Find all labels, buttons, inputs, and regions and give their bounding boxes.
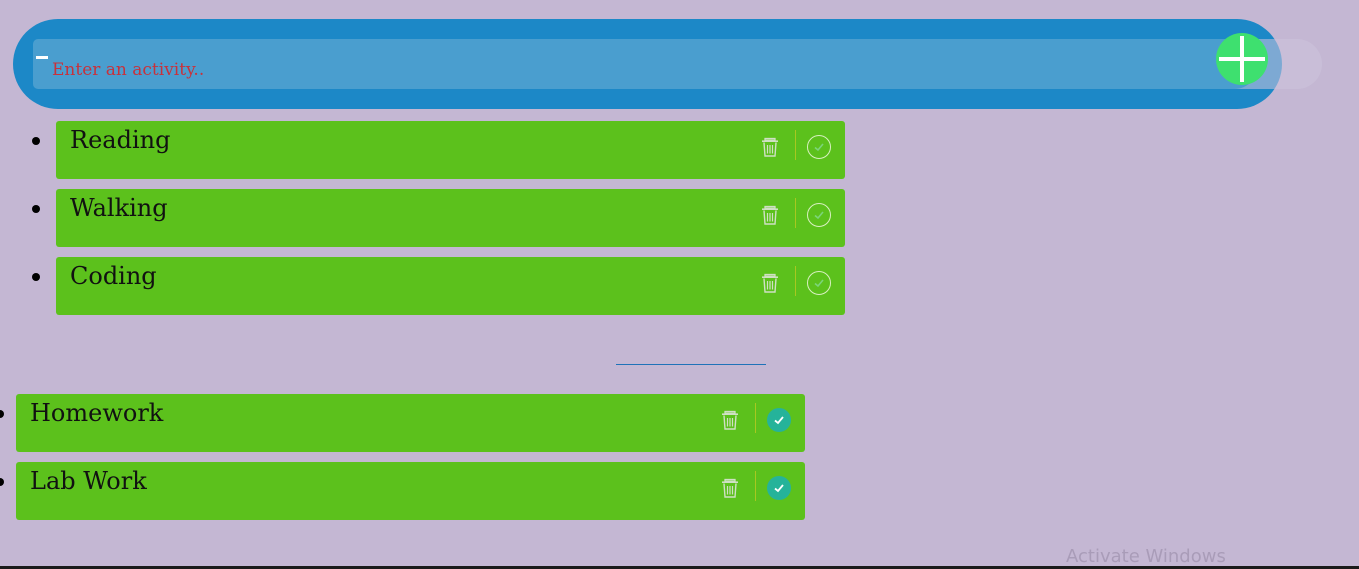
completed-item: Lab Work [0, 462, 805, 520]
complete-button[interactable] [807, 271, 831, 295]
todo-item: Reading [32, 121, 845, 179]
plus-icon [1219, 36, 1265, 82]
checkmark-icon [814, 279, 824, 288]
delete-button[interactable] [759, 136, 781, 158]
action-divider [795, 198, 796, 228]
trash-icon [762, 205, 778, 225]
trash-icon [722, 410, 738, 430]
checkmark-icon [814, 143, 824, 152]
completed-item: Homework [0, 394, 805, 452]
trash-icon [762, 273, 778, 293]
checkmark-icon [774, 416, 784, 425]
activity-header [13, 19, 1322, 109]
list-bullet [32, 205, 40, 213]
delete-button[interactable] [759, 272, 781, 294]
delete-button[interactable] [719, 477, 741, 499]
complete-button[interactable] [807, 135, 831, 159]
list-separator [616, 364, 766, 365]
todo-item-label: Coding [70, 262, 157, 290]
trash-icon [722, 478, 738, 498]
complete-button[interactable] [767, 476, 791, 500]
todo-item: Walking [32, 189, 845, 247]
list-bullet [0, 478, 4, 486]
trash-icon [762, 137, 778, 157]
checkmark-icon [774, 484, 784, 493]
action-divider [755, 471, 756, 501]
delete-button[interactable] [759, 204, 781, 226]
action-divider [755, 403, 756, 433]
todo-item: Coding [32, 257, 845, 315]
complete-button[interactable] [767, 408, 791, 432]
completed-item-label: Homework [30, 399, 164, 427]
add-activity-button[interactable] [1216, 33, 1268, 85]
todo-list: Reading Walking Coding [32, 121, 845, 325]
list-bullet [32, 273, 40, 281]
action-divider [795, 266, 796, 296]
delete-button[interactable] [719, 409, 741, 431]
list-bullet [32, 137, 40, 145]
activity-input[interactable] [33, 39, 1259, 89]
activate-windows-watermark: Activate Windows [1066, 546, 1226, 567]
complete-button[interactable] [807, 203, 831, 227]
todo-item-label: Walking [70, 194, 168, 222]
list-bullet [0, 410, 4, 418]
checkmark-icon [814, 211, 824, 220]
todo-item-label: Reading [70, 126, 171, 154]
text-cursor [36, 56, 48, 59]
completed-item-label: Lab Work [30, 467, 147, 495]
action-divider [795, 130, 796, 160]
completed-list: Homework Lab Work [0, 394, 805, 530]
